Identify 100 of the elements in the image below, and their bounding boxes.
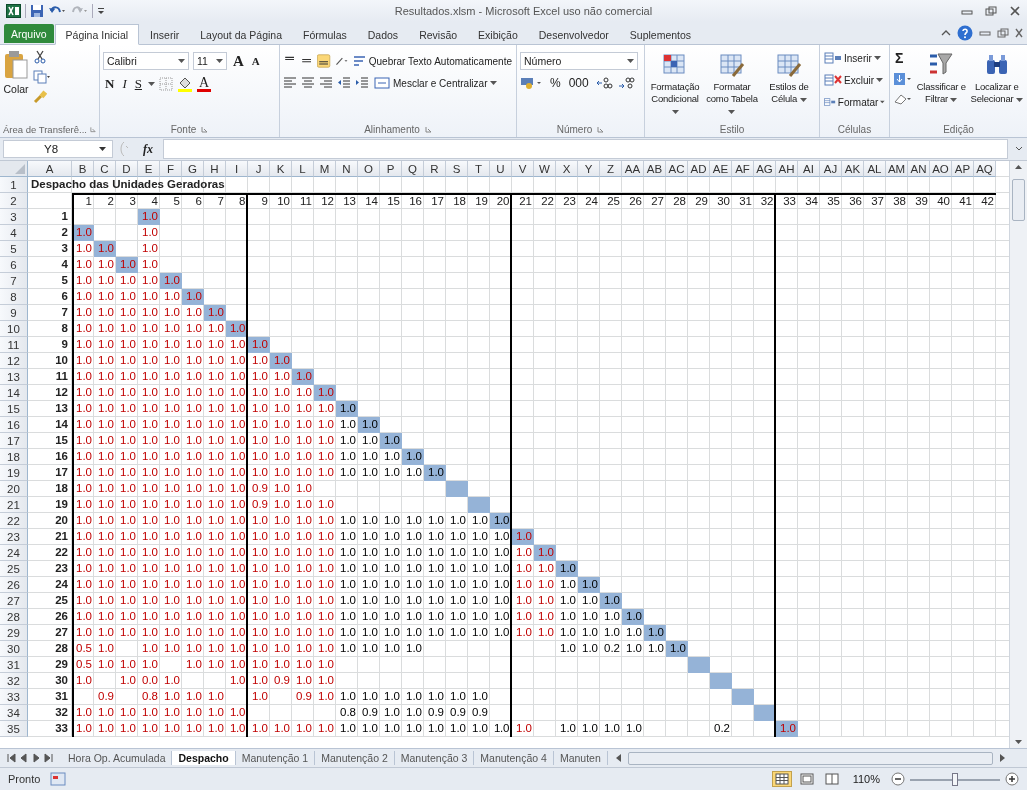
fill-down-icon[interactable] [893,72,913,86]
column-header[interactable]: AA [622,161,644,177]
sheet-tab[interactable]: Manutenção 2 [315,751,395,765]
copy-icon[interactable] [33,70,51,84]
zoom-out-icon[interactable] [891,772,905,786]
cells-button[interactable]: Inserir [823,50,886,66]
increase-decimal-icon[interactable] [594,76,613,90]
row-header[interactable]: 34 [0,705,28,721]
column-header[interactable]: Z [600,161,622,177]
column-header[interactable]: AH [776,161,798,177]
row-header[interactable]: 16 [0,417,28,433]
sheet-tab[interactable]: Despacho [172,751,236,765]
zoom-in-icon[interactable] [1005,772,1019,786]
column-header[interactable]: D [116,161,138,177]
column-header[interactable]: X [556,161,578,177]
dialog-launcher-icon[interactable] [424,126,432,133]
cells-button[interactable]: Formatar [823,94,886,110]
column-header[interactable]: E [138,161,160,177]
percent-button[interactable]: % [548,76,563,90]
row-header[interactable]: 23 [0,529,28,545]
row-header[interactable]: 20 [0,481,28,497]
formula-field[interactable] [163,139,1008,159]
ribbon-tab[interactable]: Revisão [409,25,468,44]
row-header[interactable]: 4 [0,225,28,241]
row-header[interactable]: 32 [0,673,28,689]
row-header[interactable]: 6 [0,257,28,273]
wrap-text-button[interactable]: Quebrar Texto Automaticamente [351,54,513,68]
row-header[interactable]: 3 [0,209,28,225]
zoom-slider-thumb[interactable] [952,772,958,786]
scroll-thumb[interactable] [1012,179,1025,221]
grow-font-button[interactable]: A [231,52,246,70]
row-header[interactable]: 25 [0,561,28,577]
font-size-field[interactable]: 11 [193,52,227,70]
column-header[interactable]: K [270,161,292,177]
style-button[interactable]: Estilos de Célula [761,48,816,122]
italic-button[interactable]: I [120,76,129,92]
number-format-field[interactable]: Número [520,52,638,70]
restore-icon[interactable] [997,28,1009,38]
ribbon-tab[interactable]: Fórmulas [293,25,357,44]
column-header[interactable]: AM [886,161,908,177]
column-header[interactable]: F [160,161,182,177]
underline-button[interactable]: S [132,76,144,92]
column-header[interactable]: O [358,161,380,177]
column-header[interactable]: AI [798,161,820,177]
cut-icon[interactable] [33,50,47,64]
row-header[interactable]: 26 [0,577,28,593]
ribbon-tab[interactable]: Inserir [140,25,190,44]
row-header[interactable]: 18 [0,449,28,465]
column-header[interactable]: G [182,161,204,177]
ribbon-tab[interactable]: Desenvolvedor [528,25,619,44]
merge-center-button[interactable]: Mesclar e Centralizar [373,76,499,90]
excel-logo-icon[interactable] [6,4,21,18]
style-button[interactable]: Formatação Condicional [648,48,703,122]
vertical-scrollbar[interactable] [1009,161,1027,748]
help-icon[interactable] [957,25,973,41]
file-tab[interactable]: Arquivo [4,24,54,43]
font-family-field[interactable]: Calibri [103,52,189,70]
column-header[interactable]: Q [402,161,424,177]
row-header[interactable]: 21 [0,497,28,513]
autosum-button[interactable]: Σ [893,50,913,66]
macro-record-icon[interactable] [50,772,67,786]
fill-color-icon[interactable] [176,76,193,92]
column-header[interactable]: V [512,161,534,177]
column-header[interactable]: AO [930,161,952,177]
insert-function-button[interactable]: fx [139,141,157,157]
save-icon[interactable] [30,4,44,18]
align-right-icon[interactable] [319,77,333,89]
column-header[interactable]: AF [732,161,754,177]
column-header[interactable]: W [534,161,556,177]
vertical-align-icon[interactable] [317,52,331,70]
column-header[interactable]: AQ [974,161,996,177]
view-button-icon[interactable] [771,771,792,787]
column-header[interactable]: AJ [820,161,842,177]
style-button[interactable]: Formatar como Tabela [702,48,762,122]
increase-indent-icon[interactable] [355,77,369,89]
sheet-tab[interactable]: Manuten [553,751,608,765]
cells-button[interactable]: Excluir [823,72,886,88]
column-header[interactable]: I [226,161,248,177]
row-header[interactable]: 12 [0,353,28,369]
sheet-tab[interactable]: Manutenção 1 [235,751,316,765]
column-header[interactable]: S [446,161,468,177]
row-header[interactable]: 9 [0,305,28,321]
row-header[interactable]: 33 [0,689,28,705]
name-box[interactable]: Y8 [3,140,113,158]
row-header[interactable]: 17 [0,433,28,449]
row-header[interactable]: 35 [0,721,28,737]
row-header[interactable]: 15 [0,401,28,417]
row-header[interactable]: 7 [0,273,28,289]
column-header[interactable]: L [292,161,314,177]
row-header[interactable]: 31 [0,657,28,673]
column-header[interactable]: A [28,161,72,177]
ribbon-tab[interactable]: Layout da Página [190,25,292,44]
decrease-decimal-icon[interactable] [616,76,635,90]
column-header[interactable]: N [336,161,358,177]
decrease-indent-icon[interactable] [337,77,351,89]
column-header[interactable]: AC [666,161,688,177]
row-header[interactable]: 29 [0,625,28,641]
ribbon-tab[interactable]: Suplementos [619,25,702,44]
column-header[interactable]: AG [754,161,776,177]
shrink-font-button[interactable]: A [249,55,262,67]
